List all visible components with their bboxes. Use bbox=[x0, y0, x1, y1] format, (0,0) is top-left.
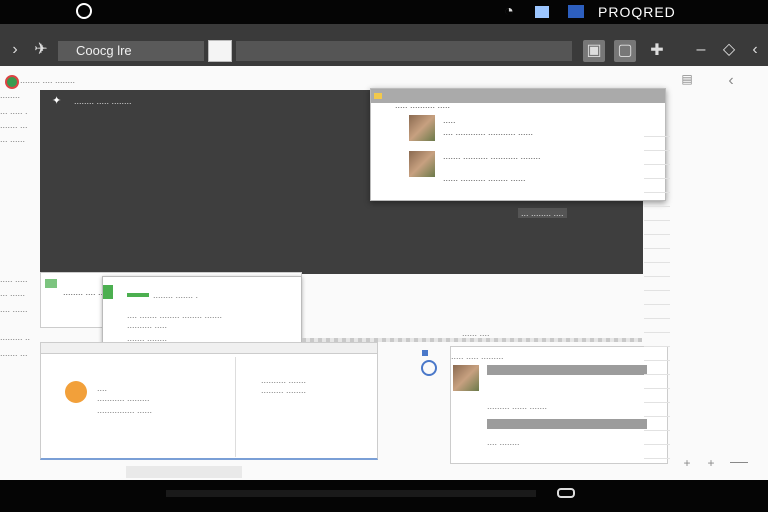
content-bar bbox=[487, 419, 647, 429]
save-icon[interactable]: ▣ bbox=[583, 40, 605, 62]
minus-icon[interactable] bbox=[730, 462, 748, 463]
circle-icon bbox=[76, 3, 92, 19]
status-text: PROQRED bbox=[598, 4, 676, 20]
popup-row2-text: ....... .......... ........... ........ bbox=[443, 151, 541, 161]
item-title: .... bbox=[97, 383, 108, 393]
left-line: .... ...... bbox=[0, 304, 28, 314]
popup-header-text: ..... .......... ..... bbox=[395, 100, 451, 110]
right-grid bbox=[644, 136, 670, 466]
right-line: .......... ....... bbox=[261, 375, 307, 385]
shield-icon: ◔ bbox=[504, 3, 514, 20]
browser-toolbar: › ✈ Coocg lre ▣ ▢ ✚ – ◇ ‹ bbox=[0, 24, 768, 66]
omnibox[interactable]: Coocg lre bbox=[58, 41, 204, 61]
card-popup-line: .......... ..... bbox=[127, 320, 168, 330]
url-field[interactable] bbox=[236, 41, 572, 61]
minus-icon[interactable]: – bbox=[690, 39, 712, 61]
chevron-left-icon[interactable]: ‹ bbox=[720, 70, 742, 92]
chevron-right-icon[interactable]: › bbox=[4, 39, 26, 61]
popup-row1-sub: .... ............ ........... ...... bbox=[443, 127, 534, 137]
plus-icon[interactable]: + bbox=[700, 452, 722, 474]
item-line: ............... ...... bbox=[97, 405, 153, 415]
card-header bbox=[41, 343, 377, 354]
navigate-icon[interactable]: ✈ bbox=[30, 39, 52, 61]
notification-popup: ..... .......... ..... ..... .... ......… bbox=[370, 88, 666, 201]
lower-right-header: ..... ..... ......... bbox=[451, 351, 504, 361]
green-bar bbox=[127, 293, 149, 297]
lower-left-card: .... ........... ......... .............… bbox=[40, 342, 378, 460]
back-icon[interactable]: ‹ bbox=[744, 39, 766, 61]
green-tag-icon bbox=[103, 285, 113, 299]
left-line: ........ bbox=[0, 90, 21, 100]
copy-icon[interactable]: ▢ bbox=[614, 40, 636, 62]
avatar bbox=[409, 151, 435, 177]
info-icon[interactable] bbox=[421, 360, 437, 376]
lower-right-card: ..... ..... ......... ......... ...... .… bbox=[450, 346, 668, 464]
panel-footer: ... ........ .... bbox=[518, 208, 567, 218]
left-line: ......... .. bbox=[0, 332, 31, 342]
item-line: ........... ......... bbox=[97, 393, 150, 403]
avatar bbox=[453, 365, 479, 391]
page-content: ........ .... ........ ........ ... ....… bbox=[0, 66, 768, 480]
left-line: ... ...... bbox=[0, 288, 26, 298]
popup-row1-title: ..... bbox=[443, 115, 456, 125]
card-popup: ........ ....... . .... ....... ........… bbox=[102, 276, 302, 346]
left-line: ....... ... bbox=[0, 348, 28, 358]
dock-bar bbox=[166, 490, 536, 497]
tab-square-icon[interactable] bbox=[208, 40, 232, 62]
lower-right-footer: .... ........ bbox=[487, 437, 520, 447]
left-line: ... ..... . bbox=[0, 106, 28, 116]
vertical-divider bbox=[235, 357, 236, 457]
blue-dot-icon[interactable] bbox=[422, 350, 428, 356]
left-line: ..... ..... bbox=[0, 274, 28, 284]
lower-right-mid: ......... ...... ....... bbox=[487, 401, 548, 411]
content-bar bbox=[487, 365, 647, 375]
battery-icon bbox=[568, 5, 584, 18]
avatar bbox=[409, 115, 435, 141]
home-icon[interactable] bbox=[557, 488, 575, 498]
left-line: ....... ... bbox=[0, 120, 28, 130]
folder-icon bbox=[374, 93, 382, 99]
left-line: ... ...... bbox=[0, 134, 26, 144]
card-popup-line: .... ....... ........ ........ ....... bbox=[127, 310, 223, 320]
orange-chat-icon[interactable] bbox=[65, 381, 87, 403]
status-bar: ◔ PROQRED bbox=[0, 0, 768, 24]
pin-icon: ✦ bbox=[52, 95, 62, 107]
right-line: ......... ........ bbox=[261, 385, 307, 395]
popup-row2-sub: ...... .......... ........ ...... bbox=[443, 173, 526, 183]
panel-title: ........ ..... ........ bbox=[74, 96, 132, 106]
dock bbox=[0, 480, 768, 512]
strip-text: ...... .... bbox=[462, 328, 490, 338]
taskbar-stub bbox=[126, 466, 242, 478]
plus-icon[interactable]: ✚ bbox=[646, 40, 668, 62]
card-popup-title: ........ ....... . bbox=[153, 290, 199, 300]
doc-icon[interactable]: ▤ bbox=[676, 68, 698, 90]
sheet-icon bbox=[45, 279, 57, 288]
left-column: ........ ... ..... . ....... ... ... ...… bbox=[0, 70, 40, 466]
diamond-icon[interactable]: ◇ bbox=[718, 39, 740, 61]
plus-icon[interactable]: + bbox=[676, 452, 698, 474]
signal-icon bbox=[535, 6, 549, 18]
